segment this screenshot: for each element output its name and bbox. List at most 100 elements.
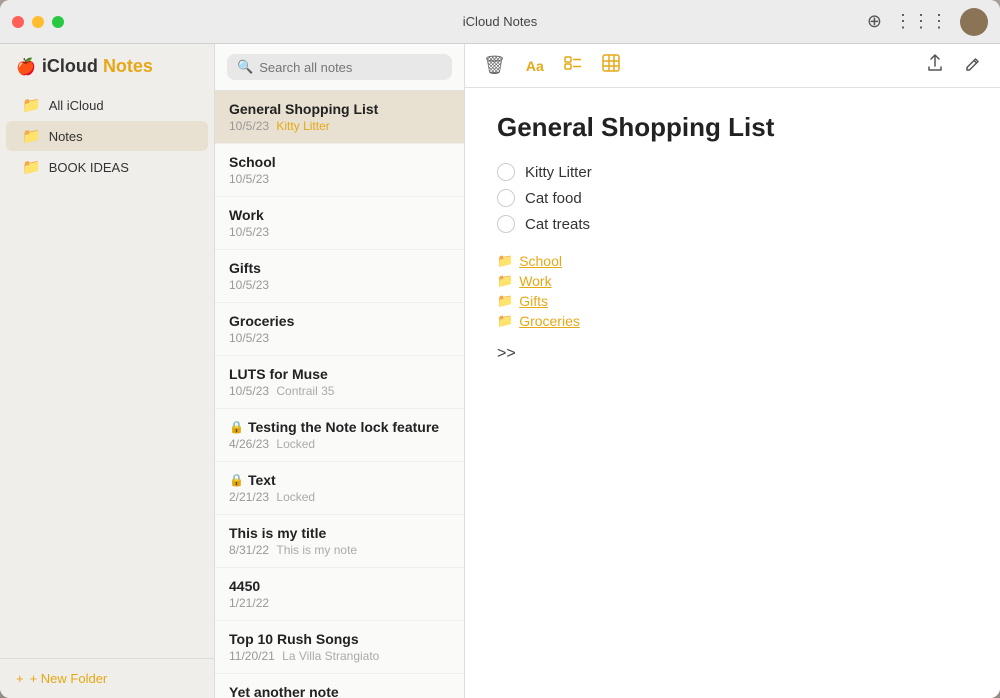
note-item-header: 4450 (229, 578, 450, 594)
note-meta: 10/5/23 (229, 225, 450, 239)
note-toolbar: 🗑 Aa (465, 44, 1000, 88)
note-title: Yet another note (229, 684, 339, 698)
sidebar-item-label: BOOK IDEAS (49, 160, 129, 175)
checklist-item-1: Cat food (497, 189, 968, 207)
note-item-header: This is my title (229, 525, 450, 541)
notes-list: 🔍 General Shopping List 10/5/23 Kitty Li… (215, 44, 465, 698)
note-title: This is my title (229, 525, 326, 541)
add-note-button[interactable]: ⊕ (867, 11, 882, 32)
avatar[interactable] (960, 8, 988, 36)
note-item[interactable]: This is my title 8/31/22 This is my note (215, 515, 464, 568)
note-item[interactable]: 🔒 Testing the Note lock feature 4/26/23 … (215, 409, 464, 462)
toolbar-left: 🗑 Aa (481, 52, 622, 79)
folder-icon: 📁 (22, 96, 41, 114)
checklist-item-0: Kitty Litter (497, 163, 968, 181)
note-meta: 11/20/21 La Villa Strangiato (229, 649, 450, 663)
note-item-header: Top 10 Rush Songs (229, 631, 450, 647)
note-link-3: 📁 Groceries (497, 313, 968, 329)
checklist-text-0: Kitty Litter (525, 164, 592, 181)
note-meta: 10/5/23 (229, 172, 450, 186)
note-link-label-0[interactable]: School (519, 253, 562, 269)
note-meta: 1/21/22 (229, 596, 450, 610)
note-link-label-1[interactable]: Work (519, 273, 551, 289)
folder-icon: 📁 (497, 273, 513, 289)
note-content-title: General Shopping List (497, 112, 968, 143)
note-item-header: Gifts (229, 260, 450, 276)
note-item[interactable]: LUTS for Muse 10/5/23 Contrail 35 (215, 356, 464, 409)
note-item[interactable]: School 10/5/23 (215, 144, 464, 197)
trash-button[interactable]: 🗑 (481, 53, 508, 78)
checkbox-2[interactable] (497, 215, 515, 233)
note-detail: 🗑 Aa (465, 44, 1000, 698)
window-title: iCloud Notes (463, 14, 537, 29)
titlebar-right-actions: ⊕ ⋮⋮⋮ (867, 8, 988, 36)
note-title: General Shopping List (229, 101, 378, 117)
note-link-label-2[interactable]: Gifts (519, 293, 548, 309)
note-meta: 4/26/23 Locked (229, 437, 450, 451)
note-item[interactable]: Top 10 Rush Songs 11/20/21 La Villa Stra… (215, 621, 464, 674)
sidebar-footer: + + New Folder (0, 658, 214, 698)
note-title: Testing the Note lock feature (248, 419, 439, 435)
note-meta: 2/21/23 Locked (229, 490, 450, 504)
note-item[interactable]: 🔒 Text 2/21/23 Locked (215, 462, 464, 515)
note-title: Gifts (229, 260, 261, 276)
note-title: 4450 (229, 578, 260, 594)
app-window: iCloud Notes ⊕ ⋮⋮⋮ 🍎 iCloud Notes 📁 All … (0, 0, 1000, 698)
lock-icon: 🔒 (229, 420, 244, 434)
note-links-section: 📁 School 📁 Work 📁 Gifts 📁 Groceries (497, 253, 968, 329)
note-footer-text: >> (497, 345, 968, 363)
edit-note-button[interactable] (962, 52, 984, 79)
checkbox-1[interactable] (497, 189, 515, 207)
sidebar-item-notes[interactable]: 📁 Notes (6, 121, 208, 151)
toolbar-right (924, 52, 984, 79)
search-area: 🔍 (215, 44, 464, 91)
sidebar-header: 🍎 iCloud Notes (0, 44, 214, 85)
search-icon: 🔍 (237, 59, 253, 75)
checklist-button[interactable] (562, 52, 584, 79)
note-item-header: School (229, 154, 450, 170)
search-input[interactable] (259, 60, 442, 75)
note-title: Work (229, 207, 264, 223)
folder-icon: 📁 (22, 158, 41, 176)
new-folder-button[interactable]: + + New Folder (16, 671, 107, 686)
minimize-button[interactable] (32, 16, 44, 28)
note-title: School (229, 154, 276, 170)
folder-icon: 📁 (497, 293, 513, 309)
brand-label: iCloud Notes (42, 56, 153, 77)
table-button[interactable] (600, 52, 622, 79)
note-title: Groceries (229, 313, 294, 329)
font-button[interactable]: Aa (524, 56, 546, 76)
folder-icon: 📁 (497, 313, 513, 329)
grid-button[interactable]: ⋮⋮⋮ (894, 11, 948, 32)
note-meta: 8/31/22 This is my note (229, 543, 450, 557)
note-item-header: 🔒 Text (229, 472, 450, 488)
note-title: Top 10 Rush Songs (229, 631, 359, 647)
share-button[interactable] (924, 52, 946, 79)
note-item[interactable]: Work 10/5/23 (215, 197, 464, 250)
note-item[interactable]: Groceries 10/5/23 (215, 303, 464, 356)
note-item-header: Groceries (229, 313, 450, 329)
checklist-item-2: Cat treats (497, 215, 968, 233)
note-link-2: 📁 Gifts (497, 293, 968, 309)
sidebar-item-label: Notes (49, 129, 83, 144)
note-link-label-3[interactable]: Groceries (519, 313, 580, 329)
note-meta: 10/5/23 (229, 278, 450, 292)
folder-icon: 📁 (22, 127, 41, 145)
close-button[interactable] (12, 16, 24, 28)
note-link-1: 📁 Work (497, 273, 968, 289)
note-item[interactable]: 4450 1/21/22 (215, 568, 464, 621)
note-item[interactable]: Yet another note (215, 674, 464, 698)
folder-icon: 📁 (497, 253, 513, 269)
note-title: Text (248, 472, 276, 488)
sidebar-item-book-ideas[interactable]: 📁 BOOK IDEAS (6, 152, 208, 182)
note-item-header: Work (229, 207, 450, 223)
apple-logo: 🍎 (16, 57, 36, 77)
note-item[interactable]: Gifts 10/5/23 (215, 250, 464, 303)
maximize-button[interactable] (52, 16, 64, 28)
note-link-0: 📁 School (497, 253, 968, 269)
note-item[interactable]: General Shopping List 10/5/23 Kitty Litt… (215, 91, 464, 144)
sidebar-item-all-icloud[interactable]: 📁 All iCloud (6, 90, 208, 120)
checkbox-0[interactable] (497, 163, 515, 181)
lock-icon: 🔒 (229, 473, 244, 487)
sidebar-item-label: All iCloud (49, 98, 104, 113)
